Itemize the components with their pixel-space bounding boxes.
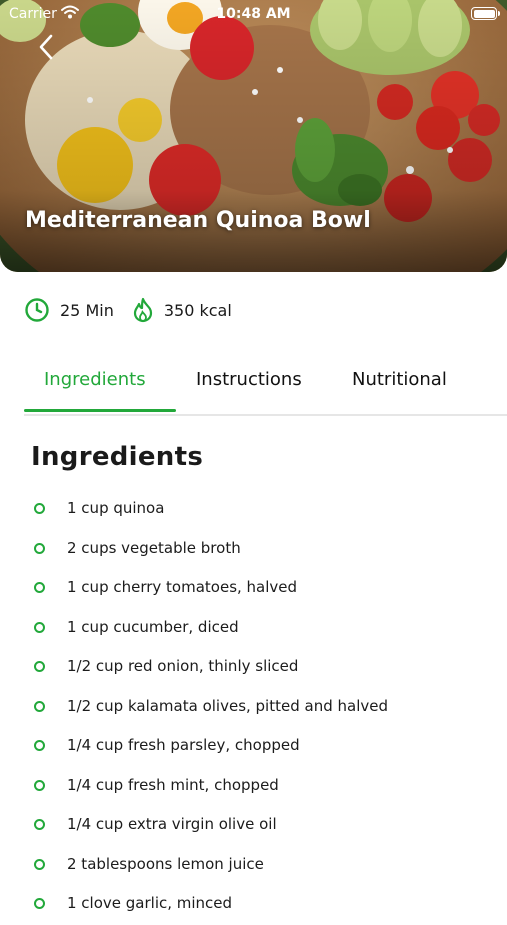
ingredient-item: 1 cup cherry tomatoes, halved [0, 569, 507, 609]
ring-bullet-icon [34, 661, 45, 672]
flame-icon [133, 297, 152, 323]
ingredient-text: 1 clove garlic, minced [67, 894, 233, 912]
clock-icon [25, 298, 49, 322]
ingredient-item: 1/4 cup fresh mint, chopped [0, 767, 507, 807]
ingredient-item: 2 tablespoons lemon juice [0, 846, 507, 886]
ring-bullet-icon [34, 582, 45, 593]
section-title: Ingredients [31, 442, 204, 472]
ring-bullet-icon [34, 542, 45, 554]
recipe-meta: 25 Min 350 kcal [24, 296, 250, 324]
ingredient-text: 1 cup cucumber, diced [67, 617, 239, 636]
ring-bullet-icon [34, 503, 45, 514]
ingredient-item: 1 cup cucumber, diced [0, 609, 507, 649]
ingredient-item: 1/4 cup fresh parsley, chopped [0, 727, 507, 767]
ingredient-item: 1/2 cup red onion, thinly sliced [0, 648, 507, 688]
ring-bullet-icon [34, 819, 45, 830]
cook-time-value: 25 Min [60, 300, 114, 320]
battery-icon [471, 7, 500, 20]
calories-value: 350 kcal [163, 300, 232, 320]
ingredient-text: 2 tablespoons lemon juice [67, 854, 264, 873]
active-tab-indicator [24, 409, 176, 412]
calories: 350 kcal [132, 297, 232, 323]
hero-image: Carrier 10:48 AM Mediterranean Quinoa Bo… [0, 0, 507, 272]
ingredient-list: 1 cup quinoa 2 cups vegetable broth 1 cup … [0, 490, 507, 925]
ingredient-text: 1/2 cup red onion, thinly sliced [67, 657, 299, 675]
ingredient-item: 1 cup quinoa [0, 490, 507, 530]
tab-nutritional[interactable]: Nutritional [352, 369, 447, 390]
ingredient-text: 2 cups vegetable broth [67, 538, 241, 557]
ring-bullet-icon [34, 621, 45, 633]
recipe-tabs: Ingredients Instructions Nutritional [24, 360, 507, 416]
ingredient-text: 1/4 cup fresh parsley, chopped [67, 736, 300, 754]
tab-ingredients[interactable]: Ingredients [44, 369, 146, 390]
clock-time: 10:48 AM [216, 6, 291, 22]
tab-instructions[interactable]: Instructions [196, 369, 302, 390]
cook-time: 25 Min [24, 297, 114, 323]
ingredient-text: 1 cup quinoa [67, 499, 165, 517]
ring-bullet-icon [34, 700, 45, 712]
ingredient-item: 1/4 cup extra virgin olive oil [0, 806, 507, 846]
chevron-left-icon [39, 34, 53, 60]
back-button[interactable] [34, 32, 62, 62]
ingredient-text: 1/4 cup extra virgin olive oil [67, 815, 277, 833]
ingredient-item: 2 cups vegetable broth [0, 530, 507, 570]
ingredient-text: 1/4 cup fresh mint, chopped [67, 775, 279, 794]
ingredient-text: 1 cup cherry tomatoes, halved [67, 578, 298, 596]
recipe-title: Mediterranean Quinoa Bowl [25, 208, 371, 233]
status-bar: Carrier 10:48 AM [0, 0, 507, 28]
ingredient-item: 1/2 cup kalamata olives, pitted and halv… [0, 688, 507, 728]
ring-bullet-icon [34, 858, 45, 870]
ingredient-item: 1 clove garlic, minced [0, 885, 507, 925]
ingredient-text: 1/2 cup kalamata olives, pitted and halv… [67, 696, 388, 715]
ring-bullet-icon [34, 779, 45, 791]
ring-bullet-icon [34, 740, 45, 751]
